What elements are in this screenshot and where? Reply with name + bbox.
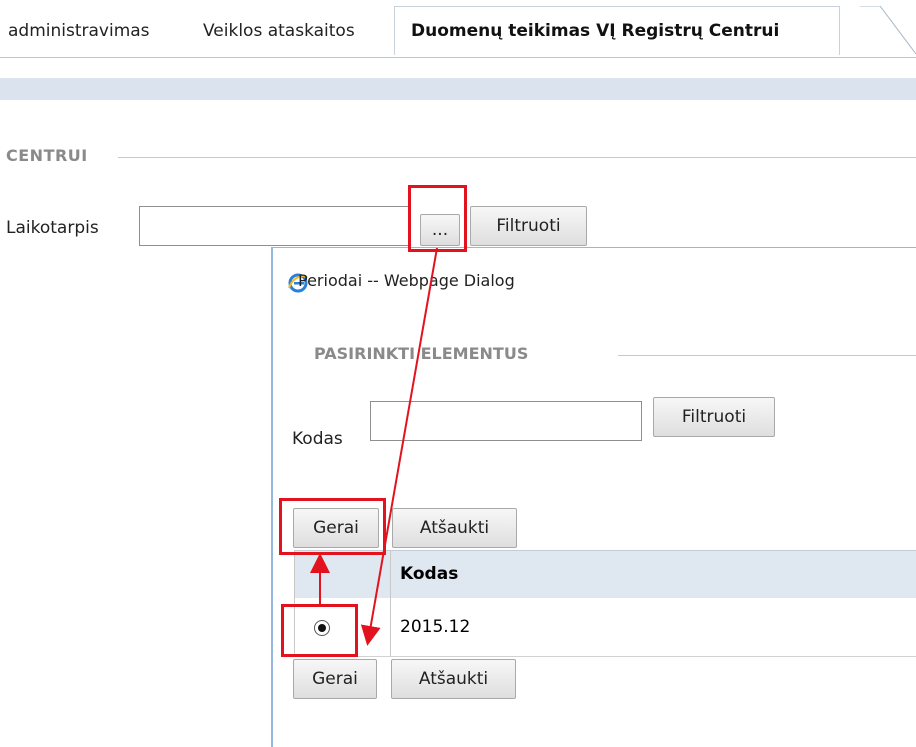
arrow-browse-to-radio	[360, 247, 438, 646]
arrow-annotation	[310, 247, 438, 646]
